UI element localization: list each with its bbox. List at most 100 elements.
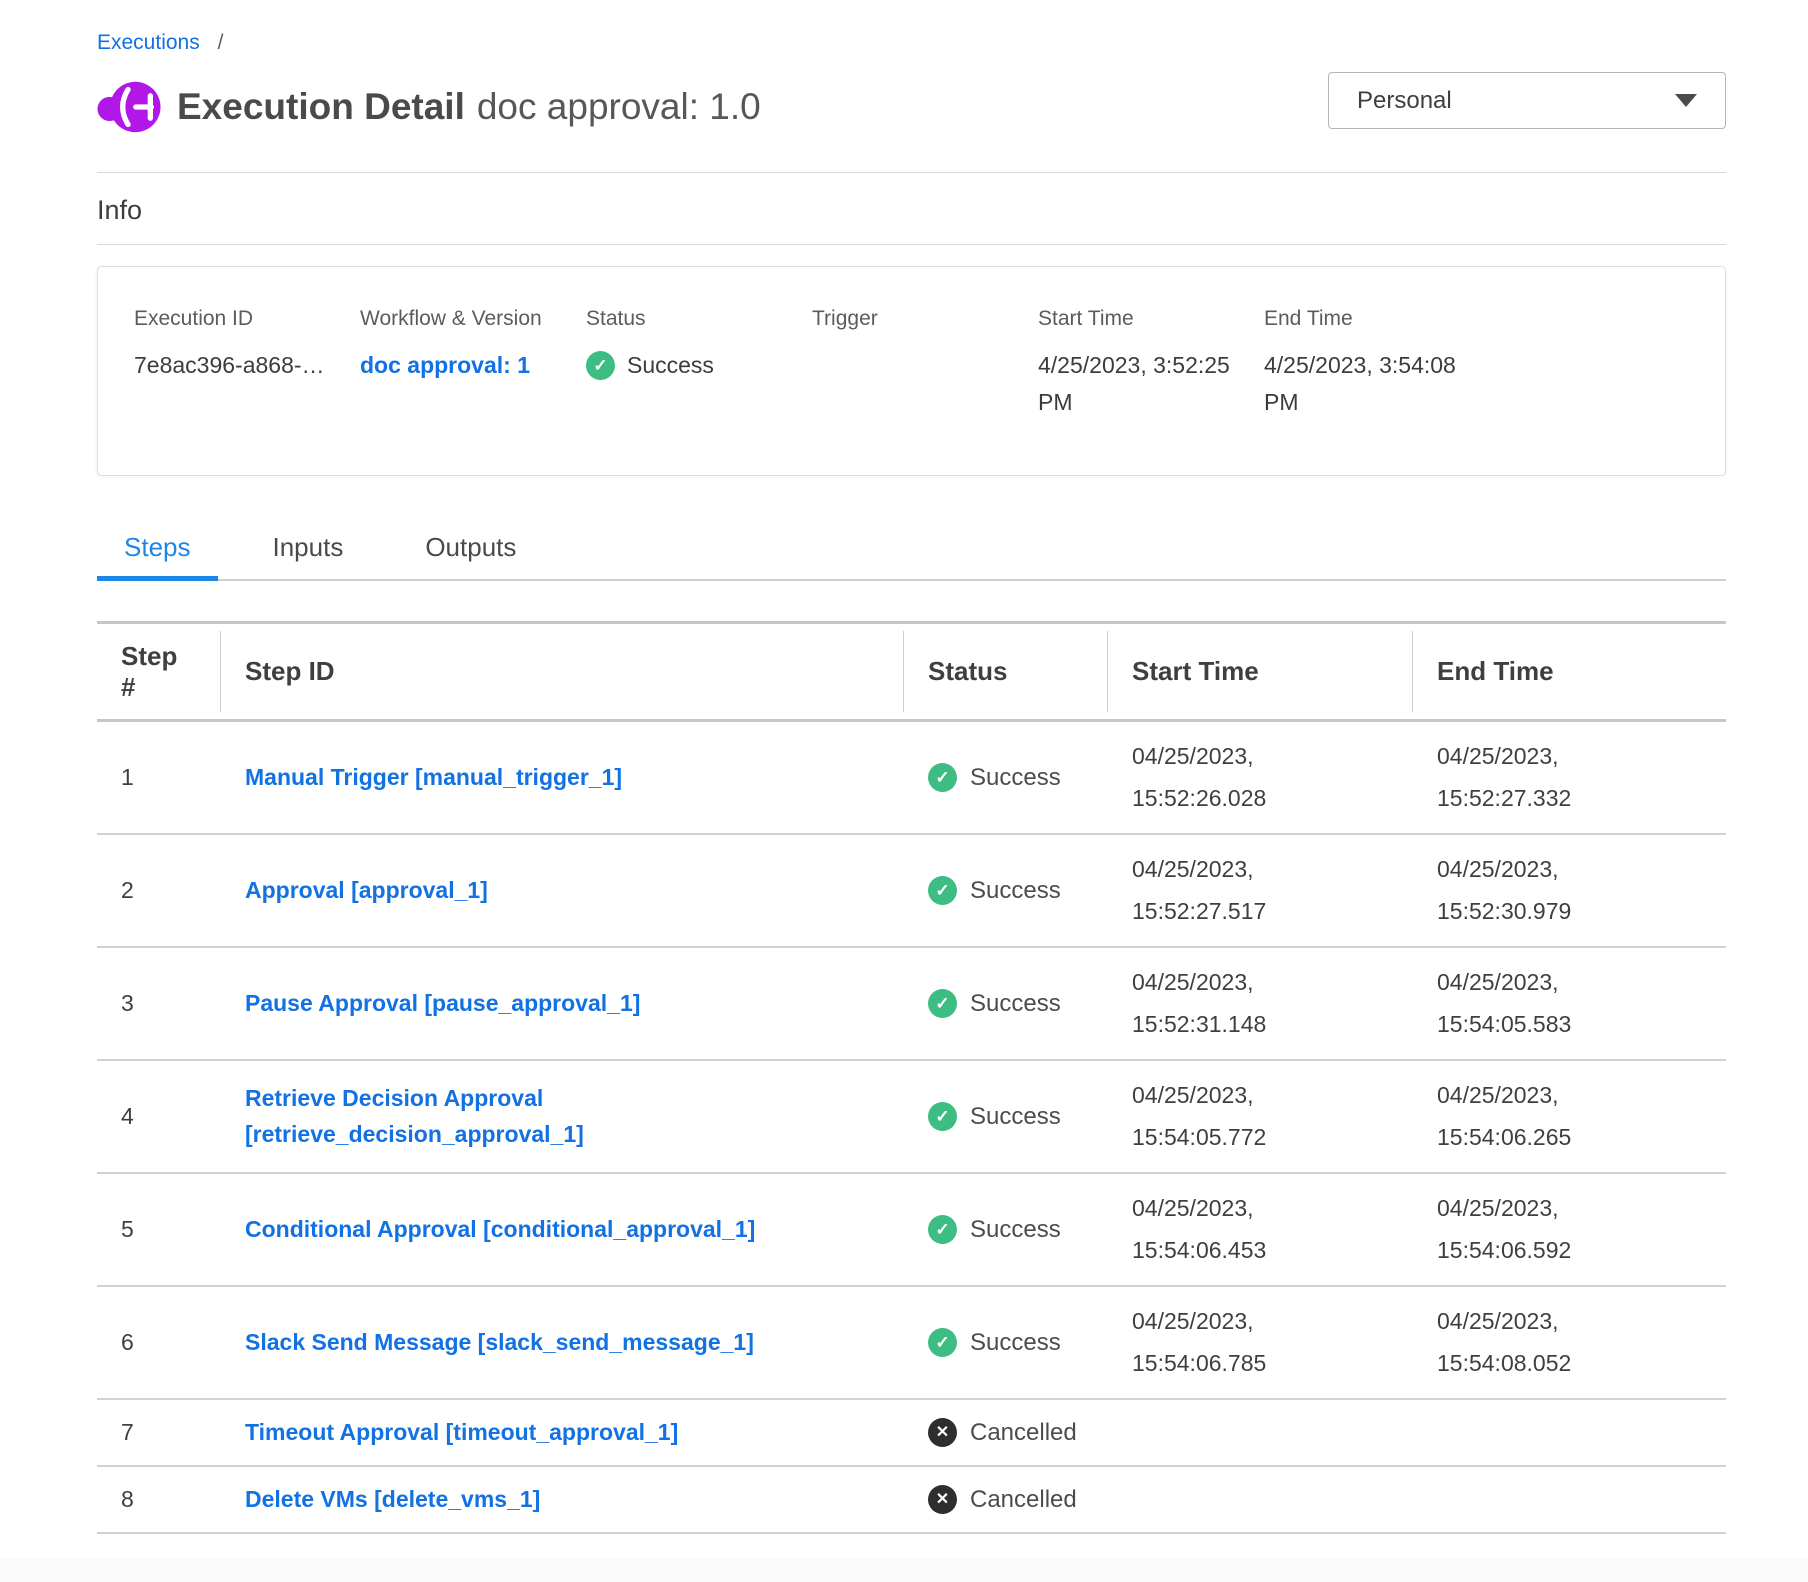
workflow-icon (97, 78, 161, 136)
end-time-cell: 04/25/2023, 15:54:05.583 (1413, 950, 1726, 1057)
step-id-cell: Approval [approval_1] (221, 861, 904, 921)
success-icon: ✓ (928, 1328, 957, 1357)
start-time-cell: 04/25/2023, 15:52:31.148 (1108, 950, 1413, 1057)
table-row: 1 Manual Trigger [manual_trigger_1] ✓Succe… (97, 722, 1726, 835)
end-time-cell: 04/25/2023, 15:52:30.979 (1413, 837, 1726, 944)
success-icon: ✓ (928, 1102, 957, 1131)
success-icon: ✓ (928, 876, 957, 905)
tab-inputs[interactable]: Inputs (246, 532, 371, 579)
title-row: Execution Detail doc approval: 1.0 Person… (97, 76, 1726, 138)
footer-strip (0, 1558, 1808, 1582)
end-time-cell: 04/25/2023, 15:52:27.332 (1413, 724, 1726, 831)
status-text: Success (627, 347, 714, 384)
start-time-cell: 04/25/2023, 15:54:06.453 (1108, 1176, 1413, 1283)
table-row: 2 Approval [approval_1] ✓ Success 04/25/2023… (97, 835, 1726, 948)
info-fields: Execution ID 7e8ac396-a868-…Workflow & Ve… (134, 307, 1725, 421)
info-field-end-time: End Time4/25/2023, 3:54:08 PM (1264, 307, 1490, 421)
header-divider (97, 172, 1726, 173)
end-time-value: 04/25/2023, 15:52:30.979 (1437, 849, 1615, 932)
info-field-label: Execution ID (134, 307, 360, 331)
breadcrumb-link-executions[interactable]: Executions (97, 31, 200, 54)
success-icon: ✓ (928, 1215, 957, 1244)
start-time-value: 04/25/2023, 15:52:27.517 (1132, 849, 1310, 932)
start-time-value: 04/25/2023, 15:52:26.028 (1132, 736, 1310, 819)
step-id-cell: Delete VMs [delete_vms_1] (221, 1470, 904, 1530)
status-text: Success (970, 877, 1061, 905)
step-number: 6 (97, 1317, 221, 1368)
step-link[interactable]: Pause Approval [pause_approval_1] (245, 986, 640, 1022)
status-cell: ✕Cancelled (904, 1473, 1108, 1526)
scope-select-value: Personal (1357, 87, 1452, 115)
start-time-cell: 04/25/2023, 15:52:27.517 (1108, 837, 1413, 944)
step-number: 4 (97, 1091, 221, 1142)
workflow-version-link[interactable]: doc approval: 1 (360, 347, 586, 384)
status-text: Success (970, 1216, 1061, 1244)
step-number: 5 (97, 1204, 221, 1255)
step-link[interactable]: Delete VMs [delete_vms_1] (245, 1482, 540, 1518)
info-card: Execution ID 7e8ac396-a868-…Workflow & Ve… (97, 266, 1726, 476)
end-time-cell: 04/25/2023, 15:54:06.265 (1413, 1063, 1726, 1170)
info-field-label: Status (586, 307, 812, 331)
step-link[interactable]: Retrieve Decision Approval [retrieve_dec… (245, 1081, 845, 1152)
tab-steps[interactable]: Steps (97, 532, 218, 579)
status-cell: ✓Success (904, 751, 1108, 804)
success-icon: ✓ (586, 351, 615, 380)
steps-table-header: Step #Step IDStatusStart TimeEnd Time (97, 624, 1726, 722)
status-cell: ✕ Cancelled (904, 1406, 1108, 1459)
start-time-cell: 04/25/2023, 15:54:05.772 (1108, 1063, 1413, 1170)
info-field-execution-id: Execution ID 7e8ac396-a868-… (134, 307, 360, 421)
end-time-value: 04/25/2023, 15:52:27.332 (1437, 736, 1615, 819)
column-header-end-time: End Time (1413, 624, 1726, 719)
step-id-cell: Slack Send Message [slack_send_message_1… (221, 1313, 904, 1373)
step-link[interactable]: Slack Send Message [slack_send_message_1… (245, 1325, 754, 1361)
column-header-step: Step # (97, 624, 221, 719)
success-icon: ✓ (928, 989, 957, 1018)
end-time-cell (1413, 1421, 1726, 1445)
table-row: 4 Retrieve Decision Approval [retrieve_de… (97, 1061, 1726, 1174)
table-row: 5 Conditional Approval [conditional_appro… (97, 1174, 1726, 1287)
info-heading: Info (97, 195, 1726, 226)
page-title: Execution Detail (177, 86, 465, 127)
start-time-value: 04/25/2023, 15:54:06.785 (1132, 1301, 1310, 1384)
step-number: 2 (97, 865, 221, 916)
status-text: Success (970, 764, 1061, 792)
breadcrumb: Executions / (97, 30, 1726, 56)
step-link[interactable]: Timeout Approval [timeout_approval_1] (245, 1415, 678, 1451)
info-field-label: Trigger (812, 307, 1038, 331)
step-number: 3 (97, 978, 221, 1029)
start-time-value: 04/25/2023, 15:54:06.453 (1132, 1188, 1310, 1271)
info-field-label: Start Time (1038, 307, 1264, 331)
status-cell: ✓Success (904, 1316, 1108, 1369)
info-field-workflow-version: Workflow & Version doc approval: 1 (360, 307, 586, 421)
step-link[interactable]: Manual Trigger [manual_trigger_1] (245, 760, 622, 796)
info-field-value: 7e8ac396-a868-… (134, 347, 360, 384)
step-number: 8 (97, 1474, 221, 1525)
status-text: Cancelled (970, 1419, 1077, 1447)
info-field-start-time: Start Time4/25/2023, 3:52:25 PM (1038, 307, 1264, 421)
step-id-cell: Pause Approval [pause_approval_1] (221, 974, 904, 1034)
info-field-status: Status ✓ Success (586, 307, 812, 421)
cancelled-icon: ✕ (928, 1418, 957, 1447)
status-cell: ✓ Success (904, 864, 1108, 917)
status-text: Success (970, 990, 1061, 1018)
status-cell: ✓ Success (904, 977, 1108, 1030)
info-field-label: Workflow & Version (360, 307, 586, 331)
tab-outputs[interactable]: Outputs (398, 532, 543, 579)
step-link[interactable]: Conditional Approval [conditional_approv… (245, 1212, 755, 1248)
end-time-value: 04/25/2023, 15:54:06.592 (1437, 1188, 1615, 1271)
column-header-step-id: Step ID (221, 624, 904, 719)
step-number: 7 (97, 1407, 221, 1458)
page-subtitle: doc approval: 1.0 (477, 86, 761, 127)
info-status-value: ✓ Success (586, 347, 812, 384)
end-time-cell: 04/25/2023, 15:54:08.052 (1413, 1289, 1726, 1396)
steps-table-body: 1 Manual Trigger [manual_trigger_1] ✓ Succe… (97, 722, 1726, 1534)
column-header-status: Status (904, 624, 1108, 719)
tabs: Steps Inputs Outputs (97, 532, 1726, 581)
step-link[interactable]: Approval [approval_1] (245, 873, 488, 909)
status-text: Success (970, 1103, 1061, 1131)
step-number: 1 (97, 752, 221, 803)
cancelled-icon: ✕ (928, 1485, 957, 1514)
chevron-down-icon (1675, 94, 1697, 107)
status-cell: ✓ Success (904, 1090, 1108, 1143)
scope-select[interactable]: Personal (1328, 72, 1726, 129)
